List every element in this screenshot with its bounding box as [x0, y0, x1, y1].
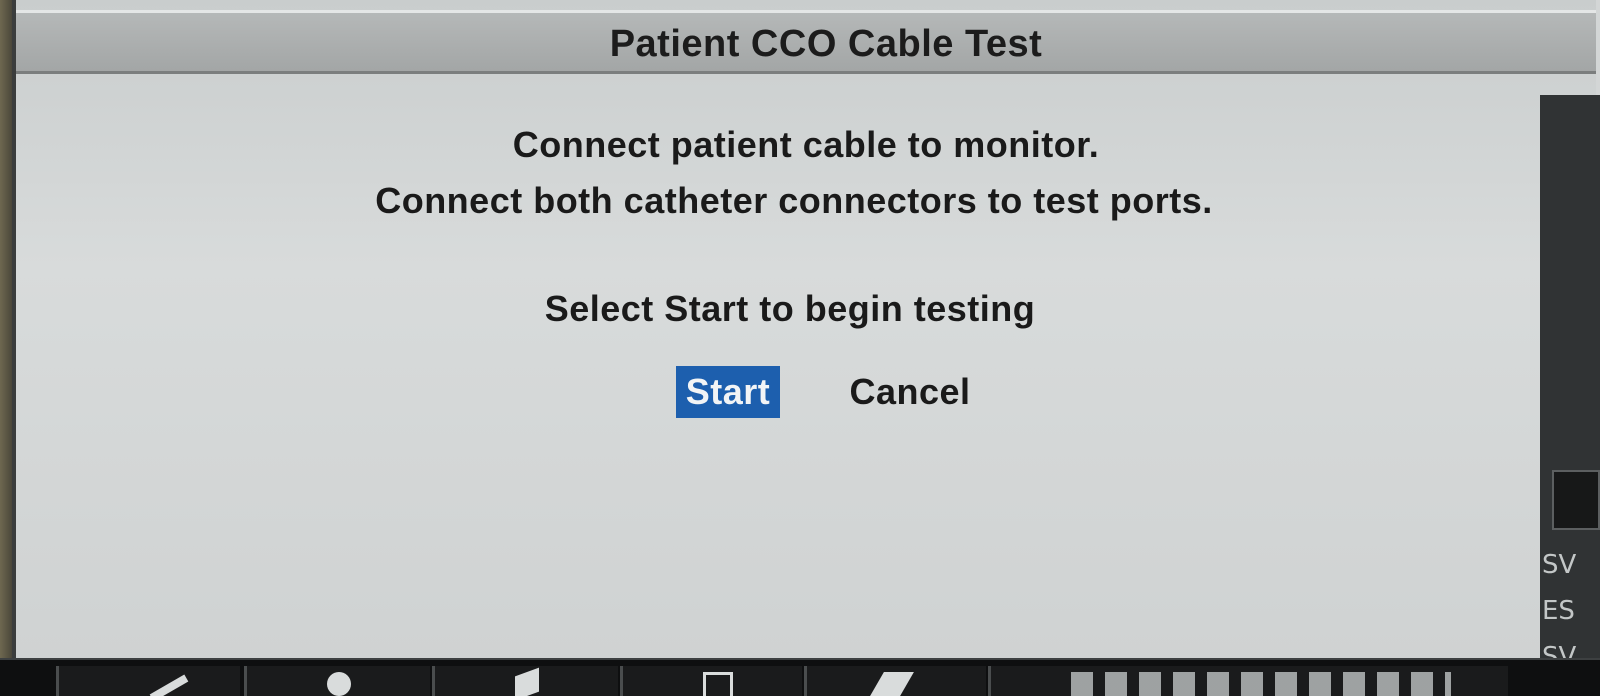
side-panel-box — [1552, 470, 1600, 530]
instruction-line-1: Connect patient cable to monitor. — [512, 124, 1100, 165]
clipboard-icon — [703, 672, 733, 696]
person-icon — [327, 672, 351, 696]
dialog-title-bar: Patient CCO Cable Test — [16, 10, 1596, 74]
start-button[interactable]: Start — [676, 366, 780, 418]
start-prompt: Select Start to begin testing — [544, 288, 1036, 329]
softkey-edit[interactable] — [56, 666, 240, 696]
softkey-review[interactable] — [620, 666, 802, 696]
instruction-line-2: Connect both catheter connectors to test… — [375, 180, 1213, 221]
monitor-screen: Patient CCO Cable Test Connect patient c… — [0, 0, 1600, 696]
dialog-title: Patient CCO Cable Test — [609, 23, 1043, 65]
softkey-patient[interactable] — [244, 666, 430, 696]
side-label-sv: SV — [1542, 550, 1577, 580]
clock-display — [1071, 672, 1451, 696]
softkey-navigate[interactable] — [432, 666, 618, 696]
pencil-icon — [149, 674, 189, 696]
side-label-es: ES — [1542, 596, 1575, 626]
softkey-print[interactable] — [804, 666, 986, 696]
right-side-panel — [1540, 95, 1600, 668]
pointer-icon — [515, 667, 539, 696]
softkey-clock — [988, 666, 1508, 696]
printer-icon — [870, 672, 914, 696]
cancel-button[interactable]: Cancel — [842, 366, 978, 418]
softkey-bar — [0, 658, 1600, 696]
cable-test-dialog: Patient CCO Cable Test Connect patient c… — [12, 0, 1596, 668]
